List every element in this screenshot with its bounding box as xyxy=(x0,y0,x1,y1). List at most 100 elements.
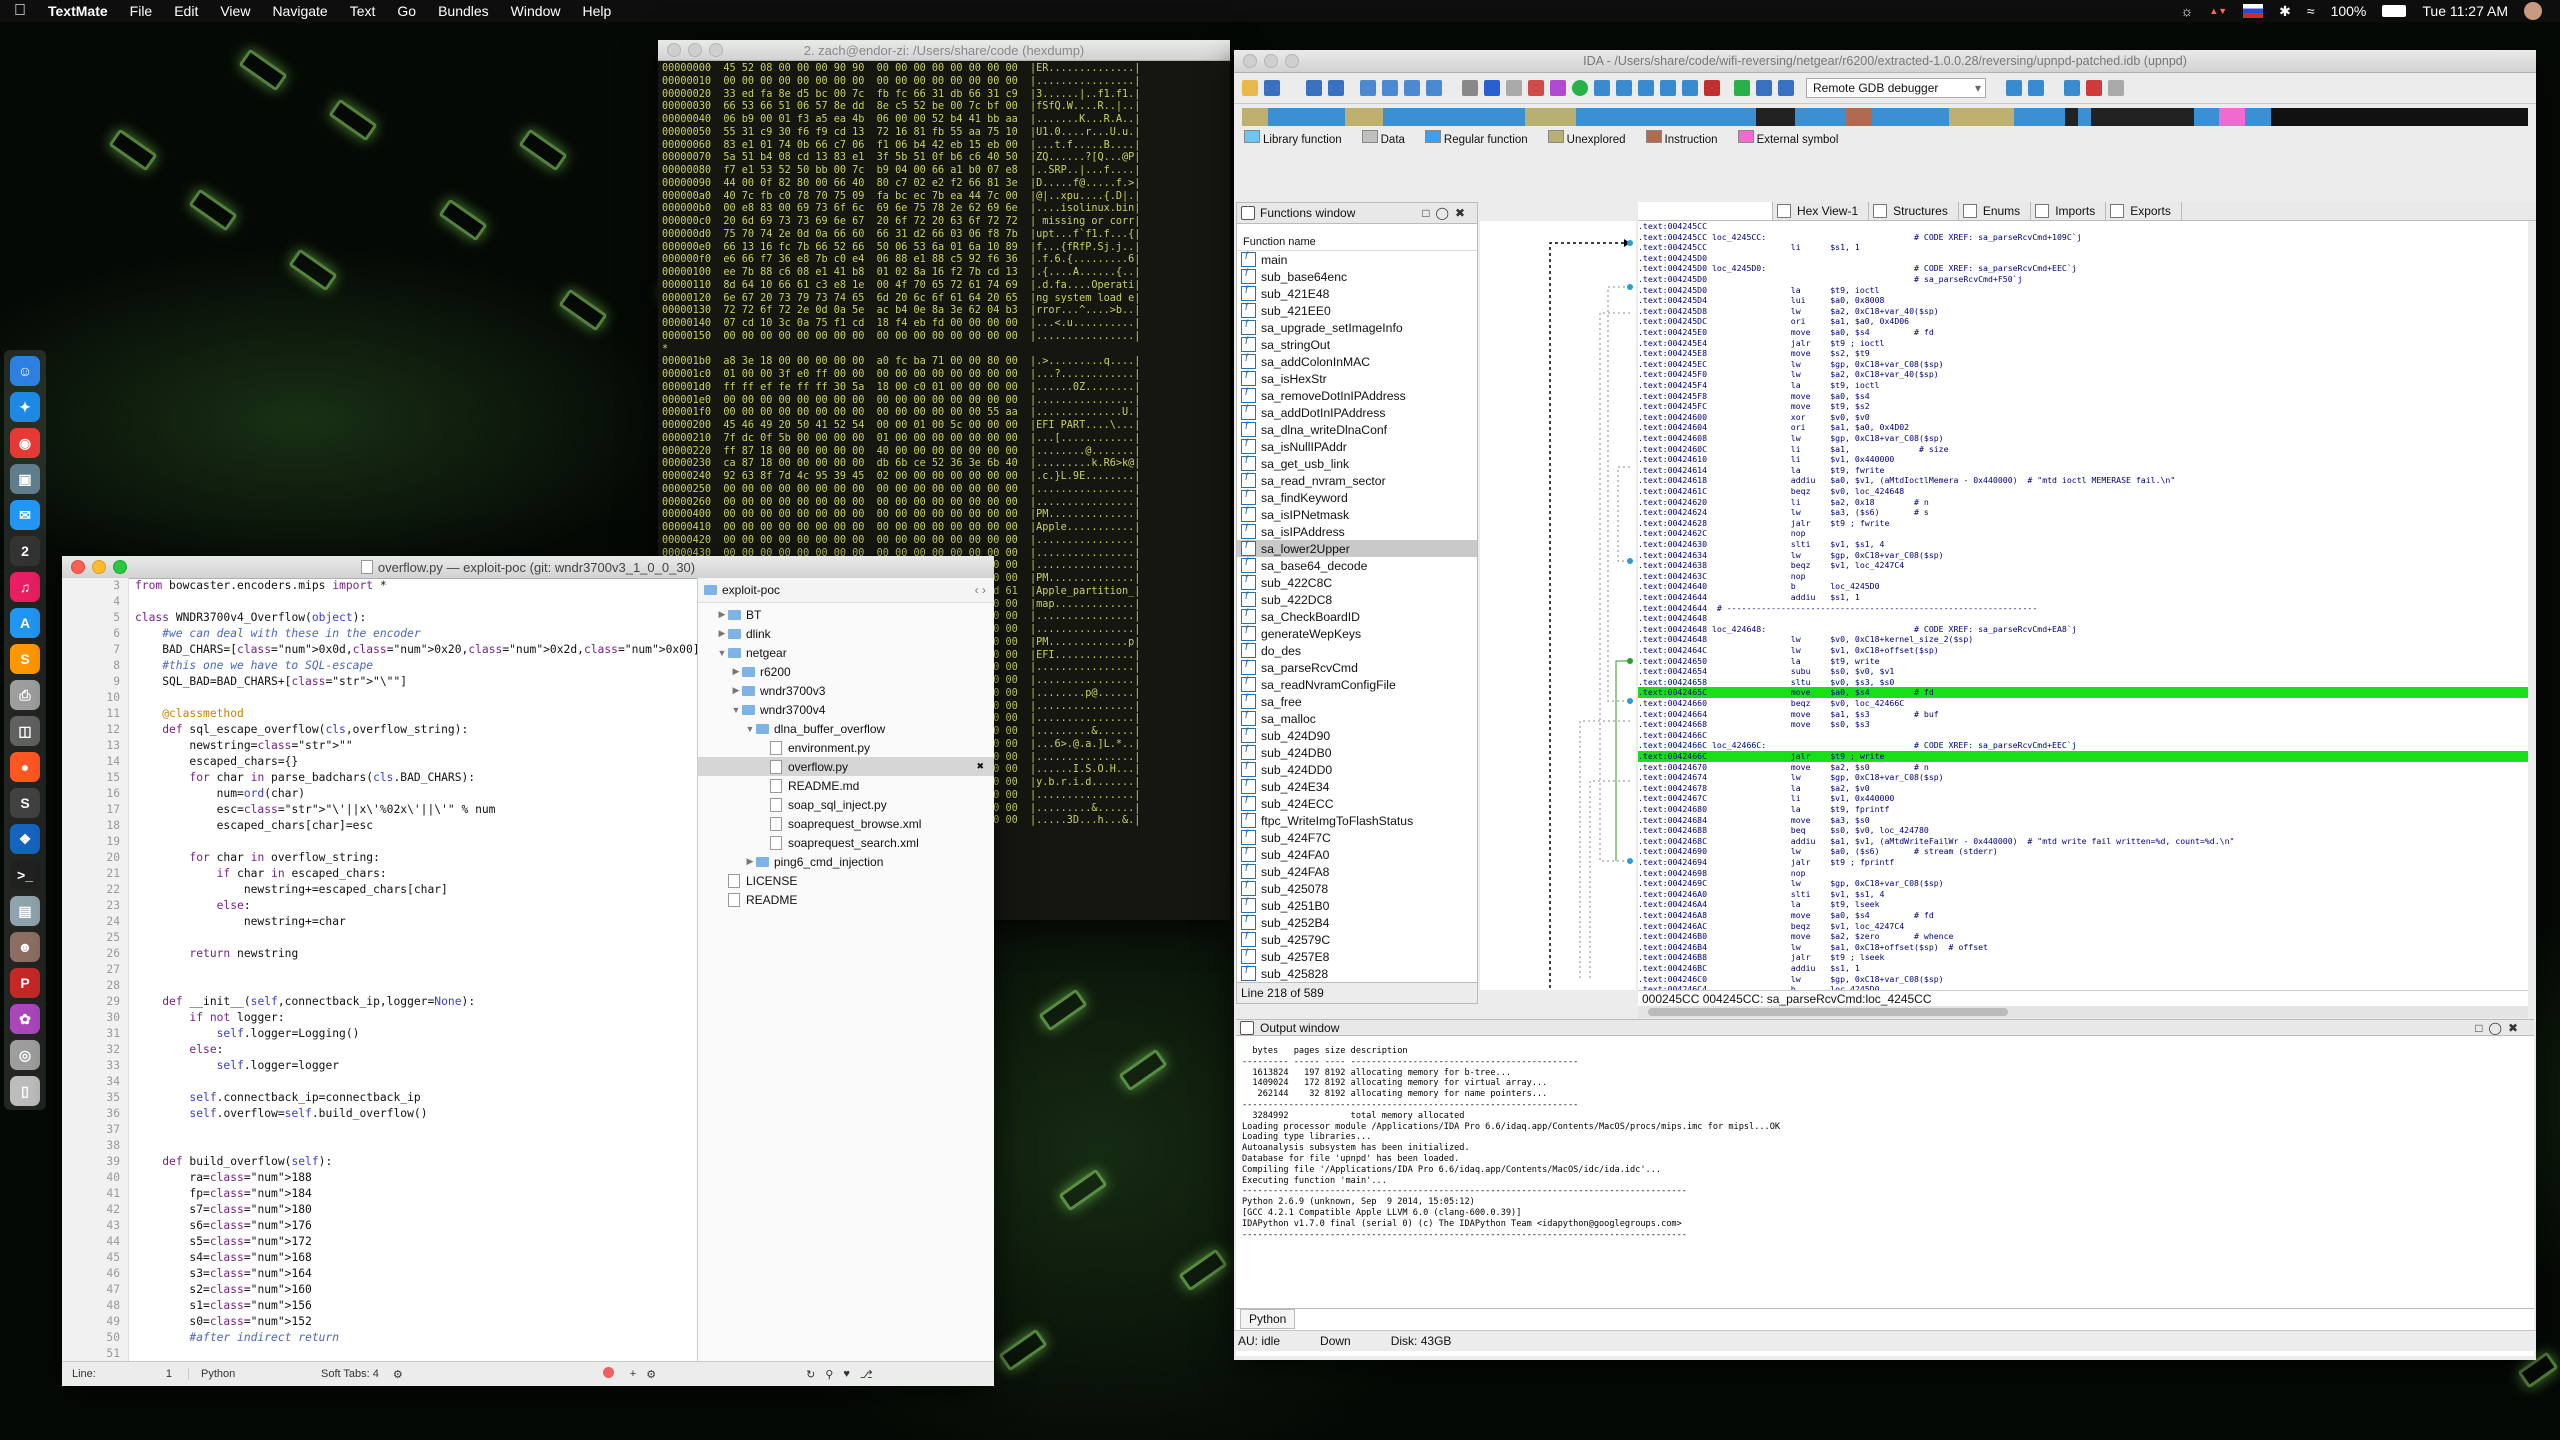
disclosure-closed-icon[interactable]: ▶ xyxy=(744,856,756,867)
powerpoint-icon[interactable]: P xyxy=(10,968,40,998)
disassembly-line[interactable]: .text:004245F4 la $t9, ioctl xyxy=(1638,380,2528,391)
disassembly-line[interactable]: .text:00424600 xor $v0, $v0 xyxy=(1638,412,2528,423)
function-row[interactable]: sa_isIPNetmask xyxy=(1237,506,1477,523)
disk-utility-icon[interactable]: ◫ xyxy=(10,716,40,746)
code-line[interactable]: num=ord(char) xyxy=(135,786,697,802)
gear-menu-icon[interactable]: ⚙ xyxy=(646,1368,656,1381)
code-line[interactable]: def build_overflow(self): xyxy=(135,1154,697,1170)
disassembly-line[interactable]: .text:004245F0 lw $a2, 0xC18+var_40($sp) xyxy=(1638,369,2528,380)
play-icon[interactable] xyxy=(1734,80,1750,96)
disassembly-line[interactable]: .text:004246A0 slti $v1, $s1, 4 xyxy=(1638,889,2528,900)
disassembly-line[interactable]: .text:004246AC beqz $v1, loc_4247C4 xyxy=(1638,921,2528,932)
disclosure-open-icon[interactable]: ▼ xyxy=(716,648,728,658)
trace-icon[interactable] xyxy=(2086,80,2102,96)
code-line[interactable] xyxy=(135,1122,697,1138)
tab-structures[interactable]: Structures xyxy=(1869,202,1959,220)
function-row[interactable]: sub_4251B0 xyxy=(1237,897,1477,914)
minimize-button[interactable] xyxy=(1264,54,1278,68)
function-row[interactable]: sub_422DC8 xyxy=(1237,591,1477,608)
code-line[interactable]: self.overflow=self.build_overflow() xyxy=(135,1106,697,1122)
code-line[interactable] xyxy=(135,1074,697,1090)
file-tree-item[interactable]: ▶ BT xyxy=(698,605,994,624)
calls-icon[interactable] xyxy=(1638,80,1654,96)
breakpoint-icon[interactable] xyxy=(2064,80,2080,96)
dashboard-icon[interactable]: ◎ xyxy=(10,1040,40,1070)
disclosure-open-icon[interactable]: ▼ xyxy=(744,724,756,734)
function-row[interactable]: sa_readNvramConfigFile xyxy=(1237,676,1477,693)
line-number-field[interactable]: 1 xyxy=(166,1368,172,1380)
disassembly-line[interactable]: .text:0042466C xyxy=(1638,730,2528,741)
options-icon[interactable] xyxy=(2108,80,2124,96)
disassembly-line[interactable]: .text:00424614 la $t9, fwrite xyxy=(1638,465,2528,476)
function-row[interactable]: sa_malloc xyxy=(1237,710,1477,727)
code-line[interactable]: escaped_chars[char]=esc xyxy=(135,818,697,834)
battery-icon[interactable] xyxy=(2382,5,2407,17)
disassembly-line[interactable]: .text:00424654 subu $s0, $v0, $v1 xyxy=(1638,666,2528,677)
code-line[interactable]: s2=class="num">160 xyxy=(135,1282,697,1298)
network-icon[interactable]: ▤ xyxy=(10,896,40,926)
attach-icon[interactable] xyxy=(2006,80,2022,96)
file-tree-item[interactable]: LICENSE xyxy=(698,871,994,890)
preview-icon[interactable]: ▣ xyxy=(10,464,40,494)
disassembly-line[interactable]: .text:0042467C li $v1, 0x440000 xyxy=(1638,793,2528,804)
battery-percent[interactable]: 100% xyxy=(2331,3,2367,19)
disassembly-line[interactable]: .text:0042468C addiu $a1, $v1, (aMtdWrit… xyxy=(1638,836,2528,847)
flag-icon[interactable] xyxy=(2243,4,2264,18)
function-row[interactable]: sa_parseRcvCmd xyxy=(1237,659,1477,676)
disassembly-line[interactable]: .text:00424668 move $s0, $s3 xyxy=(1638,719,2528,730)
code-line[interactable]: def sql_escape_overflow(cls,overflow_str… xyxy=(135,722,697,738)
function-row[interactable]: sub_424F7C xyxy=(1237,829,1477,846)
code-line[interactable]: from bowcaster.encoders.mips import * xyxy=(135,578,697,594)
disassembly-line[interactable]: .text:004246B8 jalr $t9 ; lseek xyxy=(1638,952,2528,963)
disassembly-line[interactable]: .text:004245FC move $t9, $s2 xyxy=(1638,401,2528,412)
disassembly-line[interactable]: .text:00424678 la $a2, $v0 xyxy=(1638,783,2528,794)
finder-icon[interactable]: ☺ xyxy=(10,356,40,386)
function-row[interactable]: sub_424FA0 xyxy=(1237,846,1477,863)
disassembly-hscrollbar[interactable] xyxy=(1638,1006,2528,1018)
disassembly-line[interactable]: .text:00424640 b loc_4245D0 xyxy=(1638,581,2528,592)
code-line[interactable]: s6=class="num">176 xyxy=(135,1218,697,1234)
music-icon[interactable]: ♫ xyxy=(10,572,40,602)
menu-go[interactable]: Go xyxy=(397,3,416,19)
code-line[interactable]: self.connectback_ip=connectback_ip xyxy=(135,1090,697,1106)
file-tree-item[interactable]: soaprequest_search.xml xyxy=(698,833,994,852)
function-row[interactable]: sa_read_nvram_sector xyxy=(1237,472,1477,489)
disassembly-line[interactable]: .text:004246A8 move $a0, $s4 # fd xyxy=(1638,910,2528,921)
code-line[interactable] xyxy=(135,1138,697,1154)
function-row[interactable]: sub_4257E8 xyxy=(1237,948,1477,965)
function-row[interactable]: sa_isIPAddress xyxy=(1237,523,1477,540)
close-file-icon[interactable]: ✖ xyxy=(976,761,984,772)
function-row[interactable]: sa_findKeyword xyxy=(1237,489,1477,506)
output-log[interactable]: bytes pages size description --------- --… xyxy=(1236,1036,2534,1240)
code-line[interactable]: SQL_BAD=BAD_CHARS+[class="str">"\""] xyxy=(135,674,697,690)
disassembly-line[interactable]: .text:00424684 move $a3, $s0 xyxy=(1638,815,2528,826)
function-row[interactable]: main xyxy=(1237,251,1477,268)
disassembly-line[interactable]: .text:0042464C lw $v1, 0xC18+offset($sp) xyxy=(1638,645,2528,656)
disassembly-line[interactable]: .text:00424644 addiu $s1, 1 xyxy=(1638,592,2528,603)
disassembly-line[interactable]: .text:00424670 move $a2, $s0 # n xyxy=(1638,762,2528,773)
disassembly-line[interactable]: .text:004245CC li $s1, 1 xyxy=(1638,242,2528,253)
disassembly-line[interactable]: .text:00424658 sltu $v0, $s3, $s0 xyxy=(1638,677,2528,688)
refresh-icon[interactable]: ↻ xyxy=(806,1368,815,1381)
menu-file[interactable]: File xyxy=(130,3,153,19)
clock[interactable]: Tue 11:27 AM xyxy=(2422,3,2508,19)
function-row[interactable]: sa_isHexStr xyxy=(1237,370,1477,387)
disassembly-line[interactable]: .text:00424698 nop xyxy=(1638,868,2528,879)
function-name-column-header[interactable]: Function name xyxy=(1237,234,1477,251)
function-row[interactable]: sub_424FA8 xyxy=(1237,863,1477,880)
code-line[interactable]: #this one we have to SQL-escape xyxy=(135,658,697,674)
close-x-icon[interactable] xyxy=(1704,80,1720,96)
code-line[interactable]: escaped_chars={} xyxy=(135,754,697,770)
command-input[interactable] xyxy=(1299,1311,2530,1327)
code-line[interactable]: else: xyxy=(135,1042,697,1058)
function-row[interactable]: sub_424E34 xyxy=(1237,778,1477,795)
python-tab[interactable]: Python xyxy=(1240,1309,1296,1329)
disassembly-line[interactable]: .text:00424638 beqz $v1, loc_4247C4 xyxy=(1638,560,2528,571)
file-tree-item[interactable]: soap_sql_inject.py xyxy=(698,795,994,814)
jump-icon[interactable] xyxy=(1360,80,1376,96)
function-row[interactable]: sa_isNullIPAddr xyxy=(1237,438,1477,455)
disassembly-line[interactable]: .text:00424608 lw $gp, 0xC18+var_C08($sp… xyxy=(1638,433,2528,444)
disassembly-line[interactable]: .text:00424690 lw $a0, ($s6) # stream (s… xyxy=(1638,846,2528,857)
disassembly-line[interactable]: .text:004245D8 lw $a2, 0xC18+var_40($sp) xyxy=(1638,306,2528,317)
trash-icon[interactable]: ▯ xyxy=(10,1076,40,1106)
